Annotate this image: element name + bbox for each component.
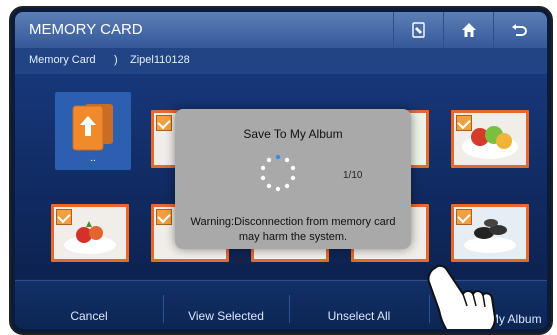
unselect-all-button[interactable]: Unselect All bbox=[289, 281, 429, 329]
dialog-title: Save To My Album bbox=[243, 127, 343, 141]
selected-checkbox[interactable] bbox=[456, 209, 472, 225]
selected-checkbox[interactable] bbox=[156, 115, 172, 131]
breadcrumb: Memory Card ) Zipel110128 bbox=[15, 48, 547, 75]
folder-up-icon bbox=[72, 104, 113, 151]
loading-spinner-icon bbox=[260, 154, 296, 192]
warning-message: Warning:Disconnection from memory card m… bbox=[190, 216, 396, 243]
edit-button[interactable] bbox=[393, 12, 444, 48]
home-icon bbox=[462, 23, 476, 37]
back-icon bbox=[512, 24, 527, 36]
parent-folder-label: .. bbox=[90, 153, 96, 164]
breadcrumb-separator: ) bbox=[114, 54, 118, 66]
selected-checkbox[interactable] bbox=[156, 209, 172, 225]
home-button[interactable] bbox=[443, 12, 494, 48]
device-frame: MEMORY CARD Memory Card ) Zipel110128 ..… bbox=[9, 6, 553, 335]
photo-thumbnail[interactable] bbox=[51, 204, 129, 262]
save-progress-dialog: Save To My Album 1/10 Warning:Disconnect… bbox=[175, 109, 411, 249]
selected-checkbox[interactable] bbox=[456, 115, 472, 131]
screen: MEMORY CARD Memory Card ) Zipel110128 ..… bbox=[15, 12, 547, 329]
view-selected-button[interactable]: View Selected bbox=[163, 281, 289, 329]
back-button[interactable] bbox=[493, 12, 544, 48]
photo-thumbnail[interactable] bbox=[451, 204, 529, 262]
cancel-button[interactable]: Cancel bbox=[15, 281, 163, 329]
edit-icon bbox=[412, 22, 425, 38]
selected-checkbox[interactable] bbox=[56, 209, 72, 225]
touch-hand-icon bbox=[427, 264, 497, 329]
app-title: MEMORY CARD bbox=[29, 21, 143, 38]
top-bar: MEMORY CARD bbox=[15, 12, 547, 48]
breadcrumb-current: Zipel110128 bbox=[130, 54, 190, 66]
progress-count: 1/10 bbox=[343, 170, 363, 181]
breadcrumb-root[interactable]: Memory Card bbox=[29, 54, 96, 66]
parent-folder[interactable]: .. bbox=[55, 92, 131, 170]
photo-thumbnail[interactable] bbox=[451, 110, 529, 168]
